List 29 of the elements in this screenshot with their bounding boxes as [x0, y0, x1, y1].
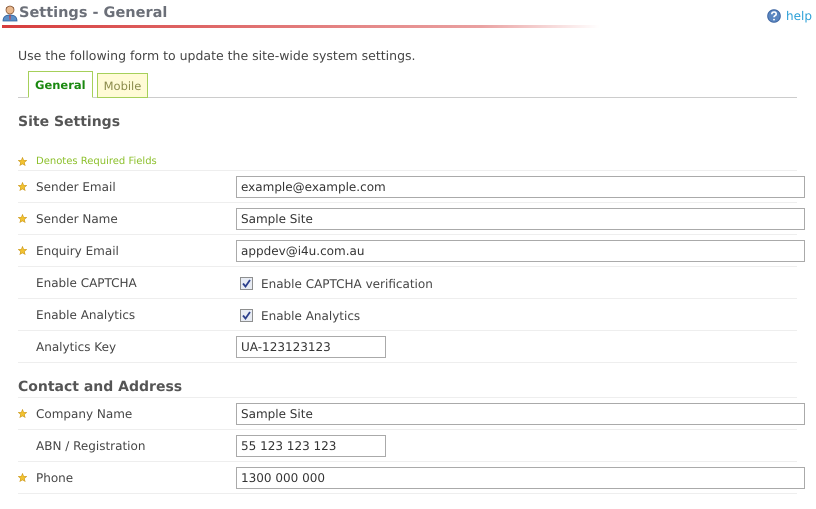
help-icon: [767, 9, 782, 23]
input-field[interactable]: 55 123 123 123: [236, 434, 386, 456]
input-field[interactable]: Sample Site: [236, 402, 805, 424]
tab[interactable]: General: [28, 71, 93, 98]
checkbox-label: Enable Analytics: [261, 309, 360, 323]
field-label: Sender Name: [36, 212, 118, 226]
field-label: Enable Analytics: [36, 308, 136, 322]
required-note: Denotes Required Fields: [36, 156, 157, 166]
field-label: Analytics Key: [36, 340, 116, 354]
field-label: Enquiry Email: [36, 244, 119, 258]
field-label: Enable CAPTCHA: [36, 276, 137, 290]
section-heading: Contact and Address: [18, 379, 184, 395]
input-field[interactable]: UA-123123123: [236, 336, 386, 358]
section-heading: Site Settings: [18, 114, 122, 130]
intro-text: Use the following form to update the site-wide system settings.: [18, 48, 416, 63]
input-field[interactable]: appdev@i4u.com.au: [236, 240, 805, 262]
field-label: ABN / Registration: [36, 438, 146, 452]
page-title: Settings - General: [19, 5, 168, 21]
checkbox[interactable]: [240, 309, 253, 322]
input-field[interactable]: example@example.com: [236, 176, 805, 198]
field-label: Phone: [36, 470, 74, 484]
input-field[interactable]: Sample Site: [236, 208, 805, 230]
star-icon: [18, 156, 27, 166]
field-label: Sender Email: [36, 180, 116, 194]
checkbox[interactable]: [240, 277, 253, 290]
user-icon: [2, 4, 18, 22]
input-field[interactable]: 1300 000 000: [236, 466, 805, 488]
field-label: Company Name: [36, 406, 132, 420]
checkbox-label: Enable CAPTCHA verification: [261, 277, 433, 291]
